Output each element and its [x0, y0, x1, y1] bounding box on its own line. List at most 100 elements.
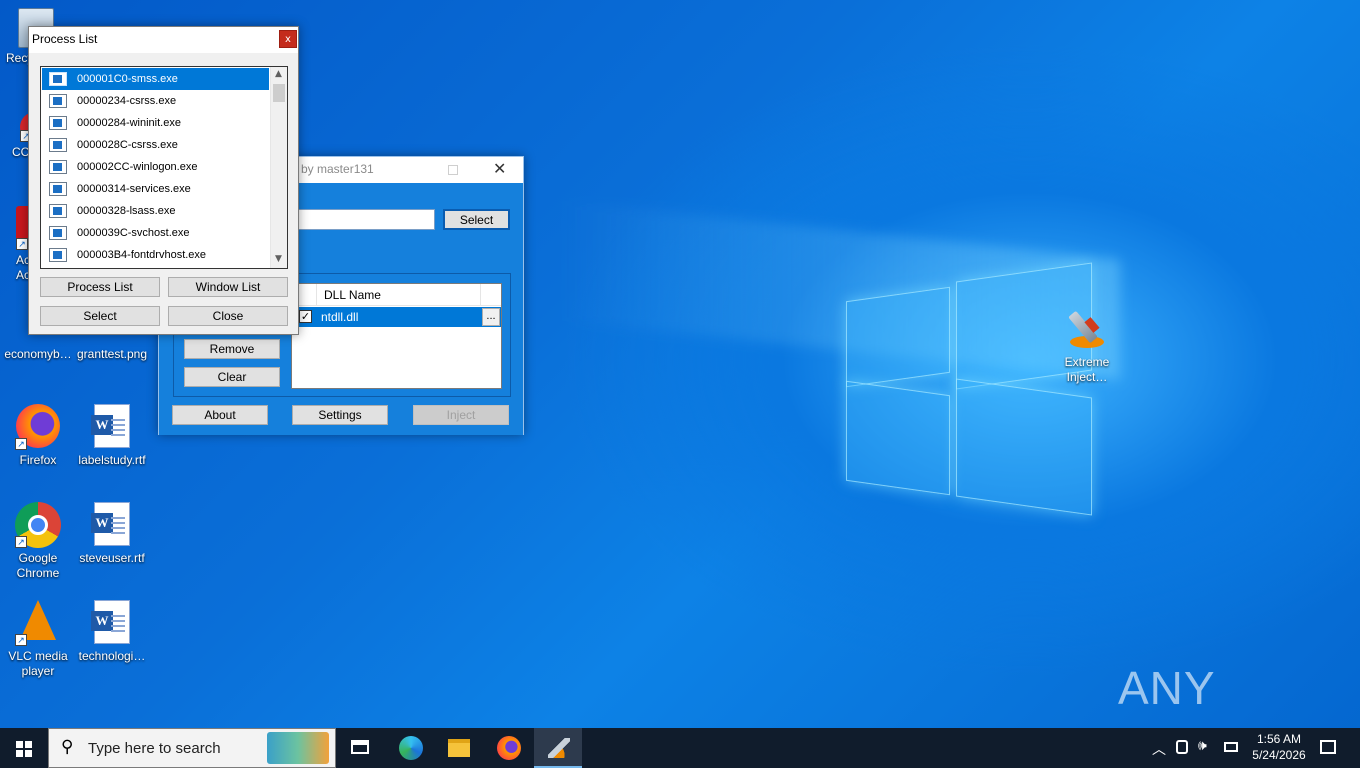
dll-browse-button[interactable]: ...	[482, 308, 500, 326]
process-list-title-bar[interactable]: Process List x	[29, 27, 298, 53]
word-document-icon: W	[89, 502, 135, 548]
process-list-item[interactable]: 00000284-wininit.exe	[42, 112, 269, 134]
process-list-button[interactable]: Process List	[40, 277, 160, 297]
dll-name: ntdll.dll	[321, 310, 359, 324]
process-list-scrollbar[interactable]: ▲ ▼	[270, 67, 287, 268]
start-button[interactable]	[0, 728, 48, 768]
syringe-icon	[548, 738, 570, 758]
process-window-icon	[49, 138, 67, 152]
process-list-window: Process List x 000001C0-smss.exe 00000234…	[28, 26, 299, 335]
process-list-item[interactable]: 000003B4-fontdrvhost.exe	[42, 244, 269, 266]
taskbar-clock[interactable]: 1:56 AM 5/24/2026	[1244, 731, 1314, 765]
process-window-icon	[49, 204, 67, 218]
anyrun-watermark: ANY RUN	[1118, 662, 1220, 768]
desktop-icon-steveuser[interactable]: W steveuser.rtf	[74, 502, 150, 566]
process-window-icon	[49, 182, 67, 196]
scroll-down-icon[interactable]: ▼	[275, 254, 282, 264]
shortcut-arrow-icon: ↗	[15, 536, 27, 548]
clock-time: 1:56 AM	[1256, 732, 1302, 746]
taskbar-extreme-injector[interactable]	[534, 728, 582, 768]
desktop-icon-extreme-injector[interactable]: Extreme Inject…	[1049, 306, 1125, 385]
vlc-cone-icon: ↗	[15, 600, 61, 646]
firefox-icon: ↗	[15, 404, 61, 450]
desktop-icon-technologi[interactable]: W technologi…	[74, 600, 150, 664]
process-list-item[interactable]: 0000028C-csrss.exe	[42, 134, 269, 156]
about-button[interactable]: About	[172, 405, 268, 425]
folder-icon	[448, 739, 470, 757]
taskbar-firefox[interactable]	[484, 728, 532, 768]
syringe-icon	[1064, 306, 1110, 352]
process-list-title: Process List	[32, 32, 98, 46]
close-icon[interactable]: ✕	[493, 159, 506, 178]
taskbar-search-box[interactable]: ⚲ Type here to search	[48, 728, 336, 768]
injector-title: 3 by master131	[291, 162, 374, 176]
task-view-icon	[351, 740, 369, 754]
clock-date: 5/24/2026	[1252, 748, 1306, 762]
process-name: 0000028C-csrss.exe	[77, 139, 178, 151]
select-process-button[interactable]: Select	[443, 209, 510, 230]
desktop-icon-vlc[interactable]: ↗ VLC media player	[0, 600, 76, 679]
dll-row[interactable]: ✓ ntdll.dll ...	[292, 307, 501, 327]
windows-wallpaper-logo	[846, 258, 1094, 516]
process-listbox[interactable]: 000001C0-smss.exe 00000234-csrss.exe 00000…	[40, 66, 288, 269]
process-name: 000003B4-fontdrvhost.exe	[77, 249, 207, 261]
process-window-icon	[49, 160, 67, 174]
process-list-item[interactable]: 0000039C-svchost.exe	[42, 222, 269, 244]
desktop-icon-firefox[interactable]: ↗ Firefox	[0, 404, 76, 468]
process-list-item[interactable]: 00000314-services.exe	[42, 178, 269, 200]
process-window-icon	[49, 116, 67, 130]
edge-icon	[399, 736, 423, 760]
task-view-button[interactable]	[336, 728, 384, 768]
process-name: 00000314-services.exe	[77, 183, 191, 195]
firefox-icon	[497, 736, 521, 760]
search-icon: ⚲	[61, 737, 74, 757]
windows-start-icon	[16, 741, 32, 757]
process-window-icon	[49, 226, 67, 240]
taskbar-file-explorer[interactable]	[434, 728, 482, 768]
scroll-thumb[interactable]	[273, 84, 285, 102]
dll-list-header: DLL Name	[292, 284, 501, 306]
select-button[interactable]: Select	[40, 306, 160, 326]
close-icon[interactable]: x	[279, 30, 297, 48]
shortcut-arrow-icon: ↗	[15, 634, 27, 646]
search-highlight-icon	[267, 732, 329, 764]
network-icon[interactable]	[1224, 742, 1238, 752]
window-list-button[interactable]: Window List	[168, 277, 288, 297]
settings-button[interactable]: Settings	[292, 405, 388, 425]
process-list-item[interactable]: 00000328-lsass.exe	[42, 200, 269, 222]
process-window-icon	[49, 72, 67, 86]
show-hidden-icons-chevron-icon[interactable]: ︿	[1152, 739, 1166, 759]
notifications-icon[interactable]	[1320, 740, 1336, 754]
inject-button[interactable]: Inject	[413, 405, 509, 425]
clear-dll-button[interactable]: Clear	[184, 367, 280, 387]
meet-now-icon[interactable]	[1176, 740, 1188, 754]
process-window-icon	[49, 94, 67, 108]
word-document-icon: W	[89, 600, 135, 646]
search-placeholder: Type here to search	[88, 740, 221, 757]
process-list-item[interactable]: 000002CC-winlogon.exe	[42, 156, 269, 178]
desktop-icon-google-chrome[interactable]: ↗ Google Chrome	[0, 502, 76, 581]
maximize-icon[interactable]	[448, 165, 458, 175]
close-button[interactable]: Close	[168, 306, 288, 326]
process-list-item[interactable]: 00000234-csrss.exe	[42, 90, 269, 112]
process-name: 00000234-csrss.exe	[77, 95, 177, 107]
process-name: 00000284-wininit.exe	[77, 117, 181, 129]
process-name-input[interactable]	[279, 209, 435, 230]
taskbar-edge[interactable]	[386, 728, 434, 768]
process-name: 000001C0-smss.exe	[77, 73, 178, 85]
process-list-item[interactable]: 000001C0-smss.exe	[42, 68, 269, 90]
shortcut-arrow-icon: ↗	[16, 238, 28, 250]
dll-enabled-checkbox[interactable]: ✓	[299, 310, 312, 323]
process-name: 000002CC-winlogon.exe	[77, 161, 198, 173]
dll-name-column-header[interactable]: DLL Name	[324, 288, 381, 302]
dll-list[interactable]: DLL Name ✓ ntdll.dll ...	[291, 283, 502, 389]
process-window-icon	[49, 248, 67, 262]
taskbar: ⚲ Type here to search ︿ 🕪 1:56 AM 5/24/2…	[0, 728, 1360, 768]
word-document-icon: W	[89, 404, 135, 450]
remove-dll-button[interactable]: Remove	[184, 339, 280, 359]
process-name: 0000039C-svchost.exe	[77, 227, 190, 239]
scroll-up-icon[interactable]: ▲	[275, 69, 282, 79]
volume-icon[interactable]: 🕪	[1198, 738, 1207, 754]
desktop-icon-labelstudy[interactable]: W labelstudy.rtf	[74, 404, 150, 468]
process-name: 00000328-lsass.exe	[77, 205, 176, 217]
